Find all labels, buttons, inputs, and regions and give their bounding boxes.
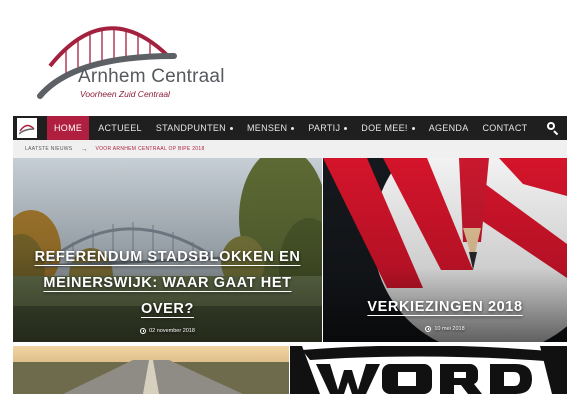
post-title[interactable]: VERKIEZINGEN 2018 xyxy=(367,299,522,315)
featured-post-verkiezingen[interactable]: VERKIEZINGEN 2018 10 mei 2018 xyxy=(323,158,567,342)
nav-doe-mee[interactable]: DOE MEE! xyxy=(354,116,421,140)
dropdown-indicator-icon xyxy=(344,126,348,130)
arrow-right-icon: → xyxy=(80,145,88,153)
post-date-text: 02 november 2018 xyxy=(149,328,195,334)
news-ticker: LAATSTE NIEUWS → VOOR ARNHEM CENTRAAL OP… xyxy=(13,140,567,158)
nav-partij-label: PARTIJ xyxy=(308,123,341,133)
featured-post-referendum[interactable]: REFERENDUM STADSBLOKKEN EN MEINERSWIJK: … xyxy=(13,158,322,342)
nav-agenda[interactable]: AGENDA xyxy=(422,116,476,140)
nav-mensen[interactable]: MENSEN xyxy=(240,116,301,140)
post-date-text: 10 mei 2018 xyxy=(434,326,465,332)
nav-actueel-label: ACTUEEL xyxy=(98,123,142,133)
nav-mensen-label: MENSEN xyxy=(246,123,288,133)
ticker-label: LAATSTE NIEUWS xyxy=(25,146,73,152)
search-icon[interactable] xyxy=(547,122,559,136)
ticker-headline-link[interactable]: VOOR ARNHEM CENTRAAL OP BIPE 2018 xyxy=(95,146,204,152)
clock-icon xyxy=(425,326,432,332)
nav-contact-label: CONTACT xyxy=(482,123,528,133)
nav-standpunten-label: STANDPUNTEN xyxy=(155,123,226,133)
logo-tagline: Voorheen Zuid Centraal xyxy=(80,89,170,99)
word-poster-graphic xyxy=(290,346,567,394)
post-date: 10 mei 2018 xyxy=(323,326,567,332)
bridge-mini-icon xyxy=(19,124,35,135)
main-navigation: HOME ACTUEEL STANDPUNTEN MENSEN PARTIJ D… xyxy=(13,116,567,140)
road-landscape-photo xyxy=(13,346,289,394)
nav-agenda-label: AGENDA xyxy=(428,123,469,133)
nav-home[interactable]: HOME xyxy=(47,116,90,140)
featured-post-word[interactable] xyxy=(290,346,567,394)
nav-standpunten[interactable]: STANDPUNTEN xyxy=(149,116,240,140)
dropdown-indicator-icon xyxy=(291,126,295,130)
logo-wordmark: Arnhem Centraal xyxy=(78,66,225,87)
nav-partij[interactable]: PARTIJ xyxy=(301,116,354,140)
nav-contact[interactable]: CONTACT xyxy=(476,116,535,140)
dropdown-indicator-icon xyxy=(229,126,233,130)
nav-actueel[interactable]: ACTUEEL xyxy=(91,116,149,140)
featured-post-road[interactable] xyxy=(13,346,289,394)
nav-home-logo[interactable] xyxy=(17,118,37,138)
dropdown-indicator-icon xyxy=(411,126,415,130)
nav-home-label: HOME xyxy=(54,123,83,133)
post-title[interactable]: REFERENDUM STADSBLOKKEN EN MEINERSWIJK: … xyxy=(35,249,301,317)
clock-icon xyxy=(140,328,147,334)
nav-doe-mee-label: DOE MEE! xyxy=(361,123,408,133)
post-date: 02 november 2018 xyxy=(31,328,304,334)
site-logo[interactable]: Arnhem Centraal Voorheen Zuid Centraal xyxy=(36,8,236,100)
